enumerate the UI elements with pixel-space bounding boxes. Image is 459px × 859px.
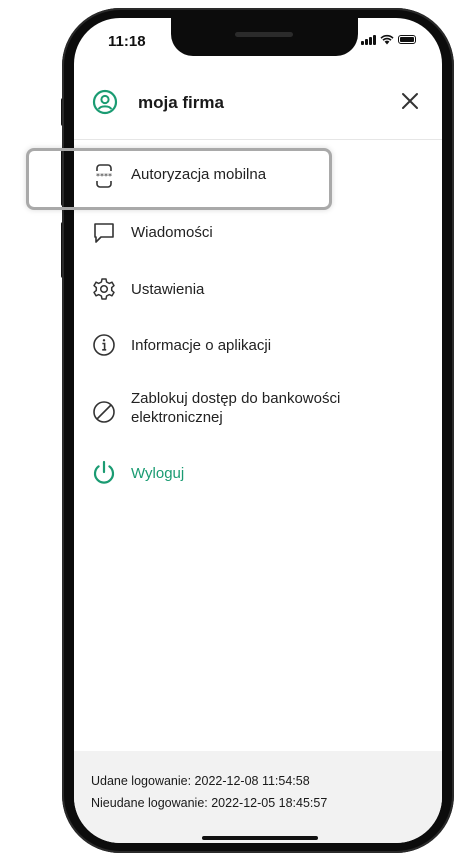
wifi-icon bbox=[380, 34, 394, 45]
menu-item-label-continued: elektronicznej bbox=[131, 409, 223, 426]
close-icon[interactable] bbox=[400, 91, 420, 111]
home-indicator[interactable] bbox=[202, 836, 318, 840]
phone-frame: 11:18 moja firma **** Autoryzacja mobiln… bbox=[62, 8, 454, 853]
menu-item-logout[interactable]: Wyloguj bbox=[74, 460, 442, 500]
menu-item-settings[interactable]: Ustawienia bbox=[74, 276, 442, 316]
menu-item-app-info[interactable]: Informacje o aplikacji bbox=[74, 332, 442, 372]
menu-item-label: Ustawienia bbox=[131, 281, 205, 298]
last-successful-login: Udane logowanie: 2022-12-08 11:54:58 bbox=[91, 774, 310, 788]
mobile-authorization-icon: **** bbox=[96, 164, 112, 188]
menu-item-messages[interactable]: Wiadomości bbox=[74, 219, 442, 259]
user-profile-icon[interactable] bbox=[92, 89, 118, 115]
notch bbox=[171, 18, 358, 56]
menu-item-label: Wiadomości bbox=[131, 224, 213, 241]
status-icons bbox=[361, 34, 416, 45]
settings-gear-icon bbox=[93, 278, 115, 300]
message-icon bbox=[94, 223, 114, 243]
block-icon bbox=[93, 401, 115, 423]
menu-item-label: Autoryzacja mobilna bbox=[131, 166, 267, 183]
menu-header: moja firma bbox=[74, 73, 442, 140]
menu-item-block-access[interactable]: Zablokuj dostęp do bankowości elektronic… bbox=[74, 389, 442, 439]
status-time: 11:18 bbox=[108, 33, 146, 50]
battery-icon bbox=[398, 35, 416, 44]
menu-item-mobile-authorization[interactable]: **** Autoryzacja mobilna bbox=[74, 161, 442, 201]
svg-text:****: **** bbox=[96, 172, 112, 181]
login-info-footer: Udane logowanie: 2022-12-08 11:54:58 Nie… bbox=[74, 751, 442, 843]
phone-screen: 11:18 moja firma **** Autoryzacja mobiln… bbox=[74, 18, 442, 843]
power-icon bbox=[93, 460, 115, 484]
menu-item-label: Zablokuj dostęp do bankowości bbox=[131, 390, 341, 407]
info-icon bbox=[93, 334, 115, 356]
signal-icon bbox=[361, 34, 376, 45]
speaker bbox=[235, 32, 293, 37]
last-failed-login: Nieudane logowanie: 2022-12-05 18:45:57 bbox=[91, 796, 328, 810]
menu-item-label: Wyloguj bbox=[131, 465, 185, 482]
menu-item-label: Informacje o aplikacji bbox=[131, 337, 272, 354]
company-name: moja firma bbox=[138, 93, 224, 112]
